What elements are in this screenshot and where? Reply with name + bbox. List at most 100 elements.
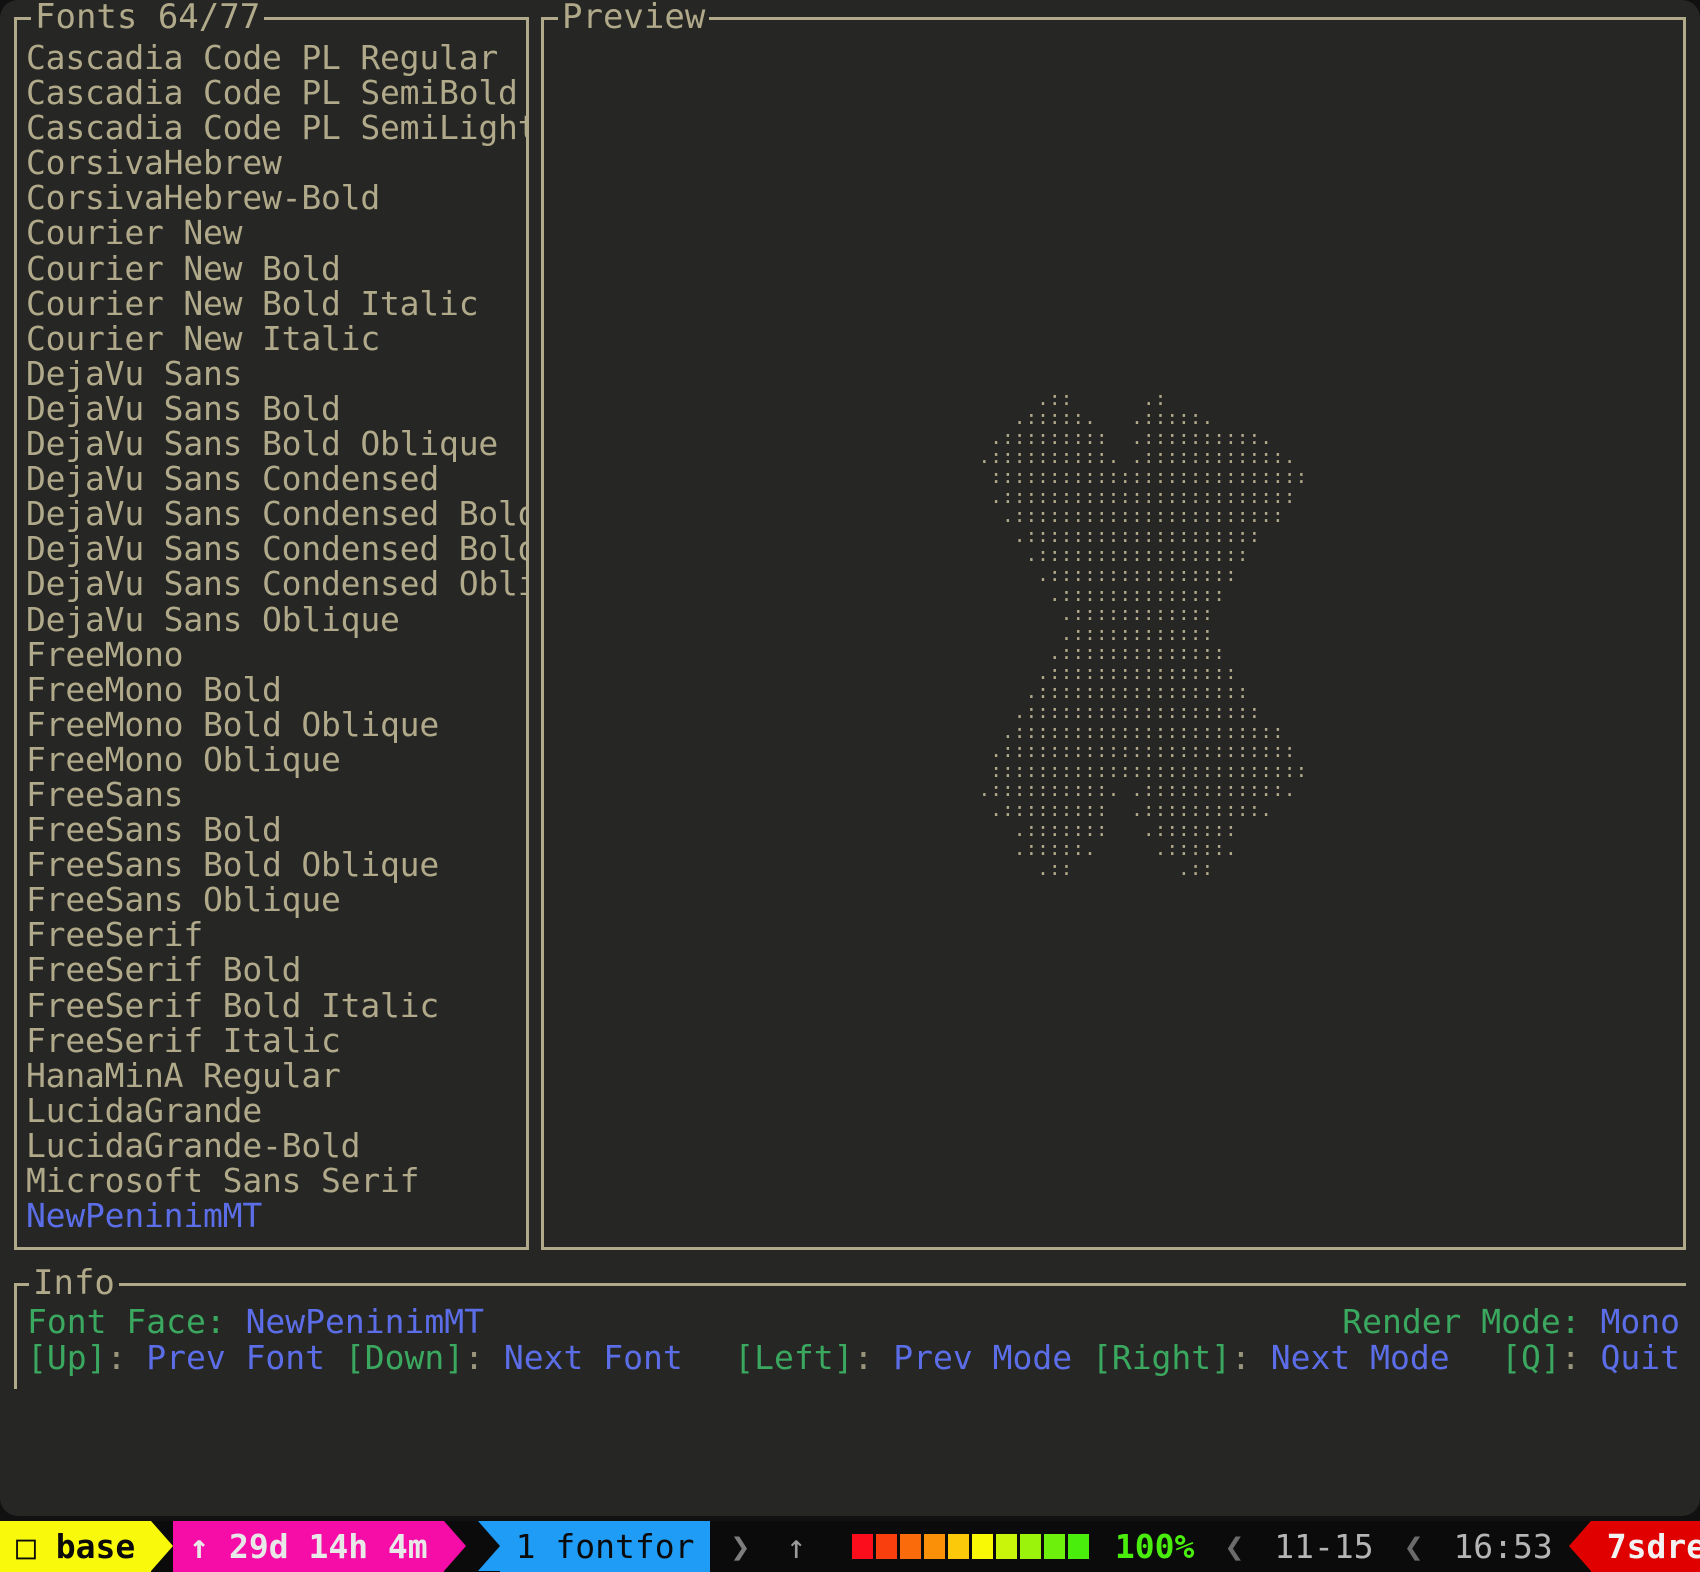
font-list-item[interactable]: Cascadia Code PL SemiBold — [22, 75, 526, 110]
battery-charging-icon: ↑ — [786, 1527, 807, 1566]
uptime-separator-icon — [443, 1521, 466, 1571]
font-list-item[interactable]: FreeMono Bold — [22, 672, 526, 707]
uptime-icon: ↑ — [189, 1527, 210, 1566]
keybinding-gap — [1072, 1340, 1092, 1376]
font-list-item[interactable]: LucidaGrande-Bold — [22, 1128, 526, 1163]
user-separator-icon — [1568, 1521, 1591, 1571]
font-list-item[interactable]: Courier New — [22, 215, 526, 250]
keybinding-key: [Left] — [734, 1338, 854, 1377]
status-bar-right: ↑ 100% ❮ 11-15 ❮ 16:53 7sdream Macbook — [770, 1521, 1700, 1572]
font-list-item[interactable]: Courier New Italic — [22, 321, 526, 356]
font-list-item[interactable]: FreeSans Oblique — [22, 882, 526, 917]
font-list-item[interactable]: Courier New Bold — [22, 250, 526, 285]
font-list-item[interactable]: DejaVu Sans Condensed Oblique — [22, 566, 526, 601]
font-list-item[interactable]: DejaVu Sans Oblique — [22, 601, 526, 636]
status-time-segment[interactable]: 16:53 — [1437, 1521, 1568, 1572]
font-list-item[interactable]: DejaVu Sans Bold — [22, 391, 526, 426]
status-battery-segment[interactable]: ↑ 100% — [770, 1521, 1210, 1572]
status-uptime-segment[interactable]: ↑ 29d 14h 4m — [173, 1521, 444, 1572]
status-gap — [466, 1521, 478, 1572]
keybinding-flex-gap — [683, 1340, 735, 1376]
fonts-panel: Fonts 64/77 Cascadia Code PL Regular Casc… — [14, 0, 529, 1250]
font-list-item[interactable]: DejaVu Sans Condensed Bold — [22, 496, 526, 531]
font-face-label: Font Face: — [27, 1302, 226, 1341]
status-date-segment[interactable]: 11-15 — [1258, 1521, 1389, 1572]
font-list-item[interactable]: HanaMinA Regular — [22, 1058, 526, 1093]
battery-block — [1067, 1534, 1089, 1559]
keybinding-separator: : — [1560, 1338, 1581, 1377]
chevron-right-icon: ❯ — [730, 1527, 751, 1566]
battery-block — [851, 1534, 873, 1559]
time-separator-icon: ❮ — [1403, 1527, 1424, 1566]
font-list[interactable]: Cascadia Code PL Regular Cascadia Code PL… — [22, 40, 526, 1243]
font-list-item[interactable]: FreeSerif Bold — [22, 952, 526, 987]
keybinding-action: Next Font — [484, 1338, 683, 1377]
font-list-item[interactable]: DejaVu Sans Condensed Bold Obl — [22, 531, 526, 566]
battery-percent-label: 100% — [1114, 1527, 1195, 1566]
font-list-item[interactable]: FreeSans — [22, 777, 526, 812]
render-mode-label: Render Mode: — [1342, 1302, 1581, 1341]
font-list-item[interactable]: FreeSerif Bold Italic — [22, 987, 526, 1022]
terminal-window: Fonts 64/77 Cascadia Code PL Regular Casc… — [0, 0, 1700, 1516]
battery-block — [971, 1534, 993, 1559]
keybinding-action: Quit — [1580, 1338, 1681, 1377]
status-env-segment[interactable]: □ base — [0, 1521, 152, 1572]
font-list-item[interactable]: Courier New Bold Italic — [22, 286, 526, 321]
keybinding-q: [Q]: Quit — [1501, 1340, 1680, 1376]
battery-block — [1019, 1534, 1041, 1559]
keybinding-down: [Down]: Next Font — [345, 1340, 683, 1376]
battery-block — [995, 1534, 1017, 1559]
user-label: 7sdream — [1606, 1527, 1700, 1566]
status-bar: □ base ↑ 29d 14h 4m 1 fontfor ❯ ↑ 100% ❮… — [0, 1521, 1700, 1572]
battery-gauge-icon — [846, 1534, 1095, 1559]
font-list-item[interactable]: Microsoft Sans Serif — [22, 1163, 526, 1198]
session-lead-separator-icon — [477, 1521, 500, 1571]
battery-block — [923, 1534, 945, 1559]
font-list-item[interactable]: FreeSans Bold Oblique — [22, 847, 526, 882]
font-list-item[interactable]: CorsivaHebrew-Bold — [22, 180, 526, 215]
keybinding-separator: : — [464, 1338, 485, 1377]
font-list-item[interactable]: FreeMono — [22, 636, 526, 671]
env-icon: □ — [16, 1527, 36, 1566]
preview-ascii-art: .:: .: .:::::. .:::::. .::::::::: .:::::… — [978, 386, 1308, 880]
terminal-screen: Fonts 64/77 Cascadia Code PL Regular Casc… — [0, 0, 1700, 1572]
font-list-item[interactable]: Cascadia Code PL SemiLight — [22, 110, 526, 145]
font-list-item[interactable]: FreeSerif Italic — [22, 1023, 526, 1058]
font-list-item[interactable]: Cascadia Code PL Regular — [22, 40, 526, 75]
font-list-item[interactable]: FreeSerif — [22, 917, 526, 952]
battery-block — [899, 1534, 921, 1559]
date-separator-icon: ❮ — [1224, 1527, 1245, 1566]
keybinding-separator: : — [106, 1338, 127, 1377]
status-session-segment[interactable]: 1 fontfor — [499, 1521, 711, 1572]
preview-glyph-art: .:: .: .:::::. .:::::. .::::::::: .:::::… — [544, 20, 1683, 1247]
status-user-segment[interactable]: 7sdream — [1590, 1521, 1700, 1572]
fonts-panel-title: Fonts 64/77 — [31, 0, 265, 37]
font-list-item-selected[interactable]: NewPeninimMT — [22, 1198, 526, 1233]
time-label: 16:53 — [1453, 1527, 1553, 1566]
env-label: base — [55, 1527, 136, 1566]
font-list-item[interactable]: CorsivaHebrew — [22, 145, 526, 180]
keybinding-key: [Right] — [1091, 1338, 1232, 1377]
keybinding-separator: : — [853, 1338, 874, 1377]
font-face-value: NewPeninimMT — [245, 1302, 484, 1341]
font-list-item[interactable]: LucidaGrande — [22, 1093, 526, 1128]
keybinding-gap — [325, 1340, 345, 1376]
session-label: 1 fontfor — [515, 1527, 695, 1566]
font-list-item[interactable]: DejaVu Sans — [22, 356, 526, 391]
keybinding-separator: : — [1231, 1338, 1251, 1377]
font-list-item[interactable]: FreeSans Bold — [22, 812, 526, 847]
font-list-item[interactable]: DejaVu Sans Condensed — [22, 461, 526, 496]
status-session-arrow: ❯ — [710, 1521, 771, 1572]
battery-block — [947, 1534, 969, 1559]
font-list-item[interactable]: DejaVu Sans Bold Oblique — [22, 426, 526, 461]
battery-block — [875, 1534, 897, 1559]
uptime-label: 29d 14h 4m — [228, 1527, 428, 1566]
env-separator-icon — [151, 1521, 174, 1571]
info-row-status: Font Face: NewPeninimMT Render Mode: Mon… — [27, 1304, 1680, 1340]
font-list-item[interactable]: FreeMono Oblique — [22, 742, 526, 777]
preview-panel: Preview .:: .: .:::::. .:::::. .::::::::… — [541, 0, 1686, 1250]
keybinding-flex-gap — [1450, 1340, 1502, 1376]
font-list-item[interactable]: FreeMono Bold Oblique — [22, 707, 526, 742]
keybinding-key: [Up] — [27, 1338, 107, 1377]
keybinding-action: Next Mode — [1250, 1338, 1450, 1377]
